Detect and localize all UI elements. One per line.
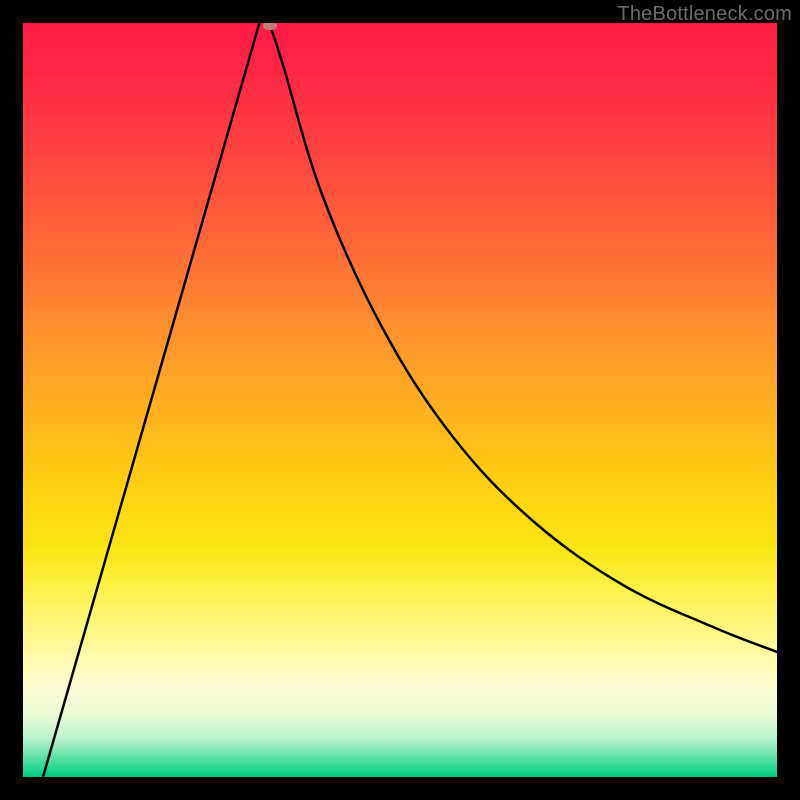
optimal-point-marker [263,23,277,30]
chart-frame [23,23,777,777]
chart-background-gradient [23,23,777,777]
